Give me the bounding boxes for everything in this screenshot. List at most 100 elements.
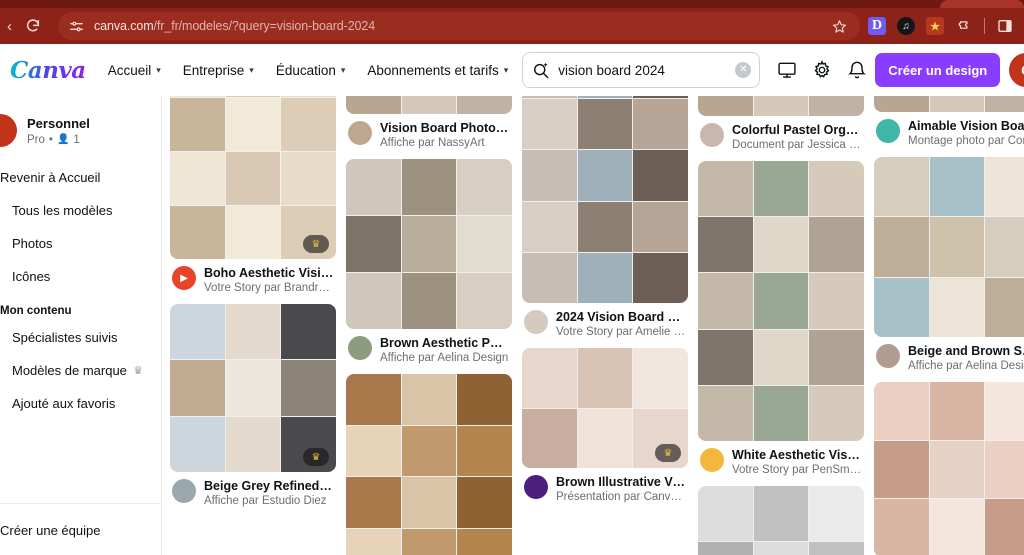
team-switcher[interactable]: Personnel Pro • 👤 1 <box>0 110 161 147</box>
sidebar-item-specialistes-suivis[interactable]: Spécialistes suivis <box>0 321 161 354</box>
template-meta: Aimable Vision Board ... Montage photo pa… <box>874 112 1024 147</box>
template-thumbnail[interactable] <box>874 96 1024 112</box>
template-thumbnail[interactable] <box>698 486 864 555</box>
template-title[interactable]: Vision Board Photo Col... <box>380 121 510 135</box>
search-input[interactable] <box>551 62 736 78</box>
template-thumbnail[interactable] <box>522 96 688 303</box>
author-avatar[interactable] <box>700 448 724 472</box>
template-thumbnail[interactable] <box>698 96 864 116</box>
sidebar-item-label: Photos <box>12 236 53 251</box>
template-card[interactable]: ♛ Brown Illustrative Visi... Présentation … <box>522 348 688 503</box>
sidebar-item-icones[interactable]: Icônes <box>0 260 161 293</box>
nav-item-abonnements[interactable]: Abonnements et tarifs ▾ <box>367 63 508 78</box>
sidebar-item-tous-les-modeles[interactable]: Tous les modèles <box>0 194 161 227</box>
template-thumbnail[interactable] <box>346 374 512 555</box>
header-actions <box>776 59 868 81</box>
author-avatar[interactable] <box>876 119 900 143</box>
site-settings-icon[interactable] <box>68 18 85 35</box>
chevron-down-icon: ▾ <box>503 64 509 75</box>
side-panel-icon[interactable] <box>996 17 1014 35</box>
extension-headphones[interactable]: ♫ <box>897 17 915 35</box>
bell-icon[interactable] <box>846 59 868 81</box>
author-avatar[interactable] <box>172 479 196 503</box>
template-card[interactable]: White Aesthetic Visio... Votre Story par … <box>698 161 864 476</box>
crown-icon: ♛ <box>303 448 329 466</box>
template-title[interactable]: White Aesthetic Visio... <box>732 448 862 462</box>
sidebar-item-ajoute-aux-favoris[interactable]: Ajouté aux favoris <box>0 387 161 420</box>
browser-tabstrip <box>0 0 1024 8</box>
template-card[interactable]: Aimable Vision Board ... Montage photo pa… <box>874 96 1024 147</box>
template-thumbnail[interactable] <box>874 382 1024 555</box>
team-member-count: 1 <box>73 133 80 146</box>
search-bar[interactable]: ✕ <box>522 52 761 88</box>
user-avatar[interactable]: C <box>1009 53 1024 87</box>
person-icon: 👤 <box>56 134 70 145</box>
sidebar-item-modeles-de-marque[interactable]: Modèles de marque ♛ <box>0 354 161 387</box>
sidebar-section-header: Mon contenu <box>0 305 72 317</box>
template-title[interactable]: Beige Grey Refined Sc... <box>204 479 334 493</box>
author-avatar[interactable] <box>348 121 372 145</box>
author-avatar[interactable] <box>524 310 548 334</box>
browser-tab-active[interactable] <box>940 0 1024 8</box>
crown-icon: ♛ <box>133 365 143 377</box>
extension-puzzle[interactable] <box>955 17 973 35</box>
author-avatar[interactable] <box>700 123 724 147</box>
template-thumbnail[interactable] <box>346 159 512 329</box>
template-card[interactable]: Brown Aesthetic Phot... Affiche par Aelin… <box>346 159 512 364</box>
author-avatar[interactable] <box>524 475 548 499</box>
template-title[interactable]: Brown Illustrative Visi... <box>556 475 686 489</box>
template-thumbnail[interactable]: ♛ <box>170 96 336 259</box>
template-thumbnail[interactable]: ♛ <box>170 304 336 472</box>
template-title[interactable]: Colorful Pastel Organi... <box>732 123 862 137</box>
template-card[interactable]: ♛ Beige Grey Refined Sc... Affiche par Est… <box>170 304 336 507</box>
address-bar[interactable]: canva.com/fr_fr/modeles/?query=vision-bo… <box>58 12 860 40</box>
template-thumbnail[interactable] <box>698 161 864 441</box>
crown-icon: ♛ <box>303 235 329 253</box>
template-thumbnail[interactable] <box>874 157 1024 337</box>
template-card[interactable]: Beige and Brown Scra... Affiche par Aelin… <box>874 157 1024 372</box>
team-avatar <box>0 114 17 147</box>
nav-item-entreprise[interactable]: Entreprise ▾ <box>183 63 254 78</box>
template-author: Montage photo par Corail... <box>908 135 1024 147</box>
bookmark-star-icon[interactable] <box>826 13 852 39</box>
sidebar-item-creer-une-equipe[interactable]: Créer une équipe <box>0 514 162 547</box>
template-thumbnail[interactable]: ♛ <box>522 348 688 468</box>
template-title[interactable]: Beige and Brown Scra... <box>908 344 1024 358</box>
template-thumbnail[interactable] <box>346 96 512 114</box>
create-design-button[interactable]: Créer un design <box>875 53 1001 87</box>
template-card[interactable]: ♛ ▶ Boho Aesthetic Vision... Votre Story pa… <box>170 96 336 294</box>
author-avatar[interactable]: ▶ <box>172 266 196 290</box>
template-title[interactable]: 2024 Vision Board mo... <box>556 310 686 324</box>
author-avatar[interactable] <box>348 336 372 360</box>
template-card[interactable]: 2024 Vision Board mo... Votre Story par A… <box>522 96 688 338</box>
nav-label: Accueil <box>107 62 152 78</box>
template-meta: Colorful Pastel Organi... Document par Je… <box>698 116 864 151</box>
sidebar-item-label: Ajouté aux favoris <box>12 396 116 411</box>
results-column: 2024 Vision Board mo... Votre Story par A… <box>522 96 688 555</box>
sidebar-item-label: Créer une équipe <box>0 523 101 538</box>
template-card[interactable]: Pink Vision Board Coll...Affiche par Can… <box>874 382 1024 555</box>
canva-logo[interactable]: Canva <box>10 57 86 84</box>
gear-icon[interactable] <box>811 59 833 81</box>
template-title[interactable]: Aimable Vision Board ... <box>908 119 1024 133</box>
sidebar-item-photos[interactable]: Photos <box>0 227 161 260</box>
reload-icon[interactable] <box>18 11 48 41</box>
template-card[interactable]: Colorful Pastel Organi... Document par Je… <box>698 96 864 151</box>
template-title[interactable]: Boho Aesthetic Vision... <box>204 266 334 280</box>
template-card[interactable]: Grey Minimalist Vision...Affiche par Can… <box>698 486 864 555</box>
back-button[interactable]: ‹ <box>0 18 12 35</box>
template-meta: ▶ Boho Aesthetic Vision... Votre Story par… <box>170 259 336 294</box>
extension-d[interactable]: D <box>868 17 886 35</box>
extension-star[interactable]: ★ <box>926 17 944 35</box>
nav-item-education[interactable]: Éducation ▾ <box>276 63 346 78</box>
template-card[interactable]: Hello Vision Board 2023Affiche par Aelin… <box>346 374 512 555</box>
template-card[interactable]: Vision Board Photo Col... Affiche par Nas… <box>346 96 512 149</box>
display-icon[interactable] <box>776 59 798 81</box>
results-column: Aimable Vision Board ... Montage photo pa… <box>874 96 1024 555</box>
template-author: Votre Story par Brandreka <box>204 282 334 294</box>
author-avatar[interactable] <box>876 344 900 368</box>
sidebar-item-revenir-accueil[interactable]: Revenir à Accueil <box>0 161 161 194</box>
clear-search-icon[interactable]: ✕ <box>735 62 752 78</box>
template-title[interactable]: Brown Aesthetic Phot... <box>380 336 510 350</box>
nav-item-accueil[interactable]: Accueil ▾ <box>108 63 161 78</box>
